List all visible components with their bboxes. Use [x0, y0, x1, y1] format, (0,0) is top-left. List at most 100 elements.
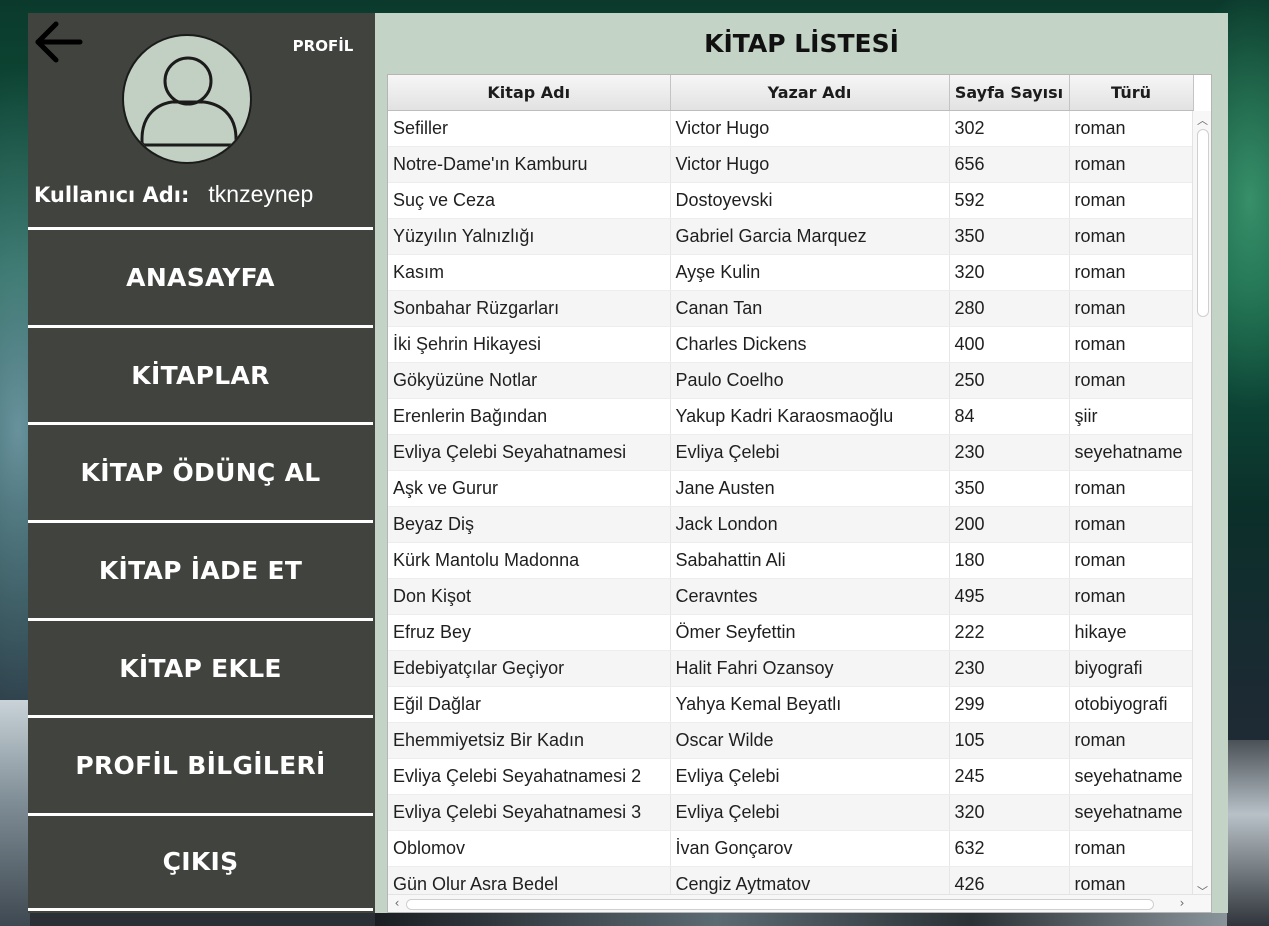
page-count-cell: 400	[949, 326, 1070, 363]
author-cell: Ayşe Kulin	[670, 254, 950, 291]
background-scenery-right	[1227, 740, 1269, 926]
author-cell: Ceravntes	[670, 578, 950, 615]
menu-item-kitap-odunc-al[interactable]: KİTAP ÖDÜNÇ AL	[28, 422, 373, 520]
book-title-cell: Aşk ve Gurur	[388, 470, 671, 507]
column-header-turu[interactable]: Türü	[1069, 75, 1194, 111]
table-row[interactable]: Sefiller Victor Hugo 302 roman	[388, 110, 1194, 147]
horizontal-scrollbar[interactable]: ‹ ›	[388, 894, 1211, 912]
column-header-sayfa-sayisi[interactable]: Sayfa Sayısı	[949, 75, 1070, 111]
page-count-cell: 230	[949, 650, 1070, 687]
table-row[interactable]: Eğil Dağlar Yahya Kemal Beyatlı 299 otobiyo…	[388, 686, 1194, 723]
menu-item-cikis[interactable]: ÇIKIŞ	[28, 813, 373, 911]
genre-cell: roman	[1069, 470, 1194, 507]
genre-cell: hikaye	[1069, 614, 1194, 651]
author-cell: Yakup Kadri Karaosmaoğlu	[670, 398, 950, 435]
table-row[interactable]: Suç ve Ceza Dostoyevski 592 roman	[388, 182, 1194, 219]
author-cell: Sabahattin Ali	[670, 542, 950, 579]
book-title-cell: Eğil Dağlar	[388, 686, 671, 723]
genre-cell: otobiyografi	[1069, 686, 1194, 723]
table-row[interactable]: Yüzyılın Yalnızlığı Gabriel Garcia Marque…	[388, 218, 1194, 255]
book-title-cell: Kasım	[388, 254, 671, 291]
author-cell: Oscar Wilde	[670, 722, 950, 759]
author-cell: İvan Gonçarov	[670, 830, 950, 867]
table-row[interactable]: Efruz Bey Ömer Seyfettin 222 hikaye	[388, 614, 1194, 651]
sidebar: PROFİL Kullanıcı Adı: tknzeynep ANASAYFA…	[28, 13, 375, 913]
page-count-cell: 350	[949, 470, 1070, 507]
table-row[interactable]: Sonbahar Rüzgarları Canan Tan 280 roman	[388, 290, 1194, 327]
back-arrow-icon[interactable]	[32, 19, 84, 65]
author-cell: Gabriel Garcia Marquez	[670, 218, 950, 255]
book-title-cell: Erenlerin Bağından	[388, 398, 671, 435]
table-row[interactable]: Evliya Çelebi Seyahatnamesi 2 Evliya Çele…	[388, 758, 1194, 795]
book-title-cell: Evliya Çelebi Seyahatnamesi 3	[388, 794, 671, 831]
menu-item-kitaplar[interactable]: KİTAPLAR	[28, 324, 373, 423]
page-count-cell: 632	[949, 830, 1070, 867]
table-row[interactable]: Erenlerin Bağından Yakup Kadri Karaosmaoğ…	[388, 398, 1194, 435]
vertical-scroll-thumb[interactable]	[1197, 129, 1209, 317]
horizontal-scroll-thumb[interactable]	[406, 899, 1154, 910]
page-count-cell: 280	[949, 290, 1070, 327]
background-scenery-bottom	[375, 912, 1227, 926]
page-count-cell: 302	[949, 110, 1070, 147]
menu-item-kitap-iade-et[interactable]: KİTAP İADE ET	[28, 520, 373, 618]
author-cell: Victor Hugo	[670, 110, 950, 147]
table-row[interactable]: Beyaz Diş Jack London 200 roman	[388, 506, 1194, 543]
scroll-right-icon[interactable]: ›	[1175, 896, 1189, 912]
book-title-cell: Sefiller	[388, 110, 671, 147]
vertical-scrollbar[interactable]: ︿ ﹀	[1192, 111, 1211, 898]
table-row[interactable]: Oblomov İvan Gonçarov 632 roman	[388, 830, 1194, 867]
table-row[interactable]: Ehemmiyetsiz Bir Kadın Oscar Wilde 105 roma…	[388, 722, 1194, 759]
page-count-cell: 84	[949, 398, 1070, 435]
menu-item-kitap-ekle[interactable]: KİTAP EKLE	[28, 617, 373, 716]
menu-item-anasayfa[interactable]: ANASAYFA	[28, 227, 373, 325]
author-cell: Evliya Çelebi	[670, 758, 950, 795]
genre-cell: roman	[1069, 830, 1194, 867]
column-header-yazar-adi[interactable]: Yazar Adı	[670, 75, 950, 111]
page-count-cell: 222	[949, 614, 1070, 651]
page-count-cell: 230	[949, 434, 1070, 471]
scroll-left-icon[interactable]: ‹	[390, 896, 404, 912]
menu-item-profil-bilgileri[interactable]: PROFİL BİLGİLERİ	[28, 715, 373, 813]
table-row[interactable]: Notre-Dame'ın Kamburu Victor Hugo 656 roman	[388, 146, 1194, 183]
genre-cell: roman	[1069, 722, 1194, 759]
book-title-cell: Sonbahar Rüzgarları	[388, 290, 671, 327]
genre-cell: roman	[1069, 146, 1194, 183]
table-row[interactable]: Kürk Mantolu Madonna Sabahattin Ali 180 rom…	[388, 542, 1194, 579]
column-header-kitap-adi[interactable]: Kitap Adı	[388, 75, 671, 111]
book-title-cell: Ehemmiyetsiz Bir Kadın	[388, 722, 671, 759]
book-table-grid: Kitap Adı Yazar Adı Sayfa Sayısı Türü Se…	[388, 75, 1194, 903]
page-count-cell: 320	[949, 254, 1070, 291]
author-cell: Jane Austen	[670, 470, 950, 507]
table-row[interactable]: Kasım Ayşe Kulin 320 roman	[388, 254, 1194, 291]
book-title-cell: Kürk Mantolu Madonna	[388, 542, 671, 579]
book-title-cell: Evliya Çelebi Seyahatnamesi	[388, 434, 671, 471]
page-count-cell: 180	[949, 542, 1070, 579]
sidebar-menu: ANASAYFA KİTAPLAR KİTAP ÖDÜNÇ AL KİTAP İ…	[28, 227, 375, 911]
genre-cell: roman	[1069, 542, 1194, 579]
book-table: Kitap Adı Yazar Adı Sayfa Sayısı Türü Se…	[387, 74, 1212, 913]
table-row[interactable]: Edebiyatçılar Geçiyor Halit Fahri Ozansoy…	[388, 650, 1194, 687]
page-count-cell: 250	[949, 362, 1070, 399]
genre-cell: seyehatname	[1069, 434, 1194, 471]
scroll-up-icon[interactable]: ︿	[1196, 112, 1209, 127]
genre-cell: roman	[1069, 362, 1194, 399]
page-count-cell: 350	[949, 218, 1070, 255]
table-row[interactable]: Aşk ve Gurur Jane Austen 350 roman	[388, 470, 1194, 507]
book-title-cell: Oblomov	[388, 830, 671, 867]
table-row[interactable]: Gökyüzüne Notlar Paulo Coelho 250 roman	[388, 362, 1194, 399]
book-title-cell: Edebiyatçılar Geçiyor	[388, 650, 671, 687]
author-cell: Charles Dickens	[670, 326, 950, 363]
genre-cell: şiir	[1069, 398, 1194, 435]
table-row[interactable]: Don Kişot Ceravntes 495 roman	[388, 578, 1194, 615]
background-scenery	[0, 700, 30, 926]
genre-cell: roman	[1069, 326, 1194, 363]
username-value: tknzeynep	[208, 181, 314, 207]
table-row[interactable]: Evliya Çelebi Seyahatnamesi 3 Evliya Çele…	[388, 794, 1194, 831]
page-count-cell: 320	[949, 794, 1070, 831]
table-row[interactable]: İki Şehrin Hikayesi Charles Dickens 400 rom…	[388, 326, 1194, 363]
book-title-cell: Beyaz Diş	[388, 506, 671, 543]
table-row[interactable]: Evliya Çelebi Seyahatnamesi Evliya Çelebi…	[388, 434, 1194, 471]
genre-cell: roman	[1069, 254, 1194, 291]
genre-cell: roman	[1069, 218, 1194, 255]
author-cell: Paulo Coelho	[670, 362, 950, 399]
